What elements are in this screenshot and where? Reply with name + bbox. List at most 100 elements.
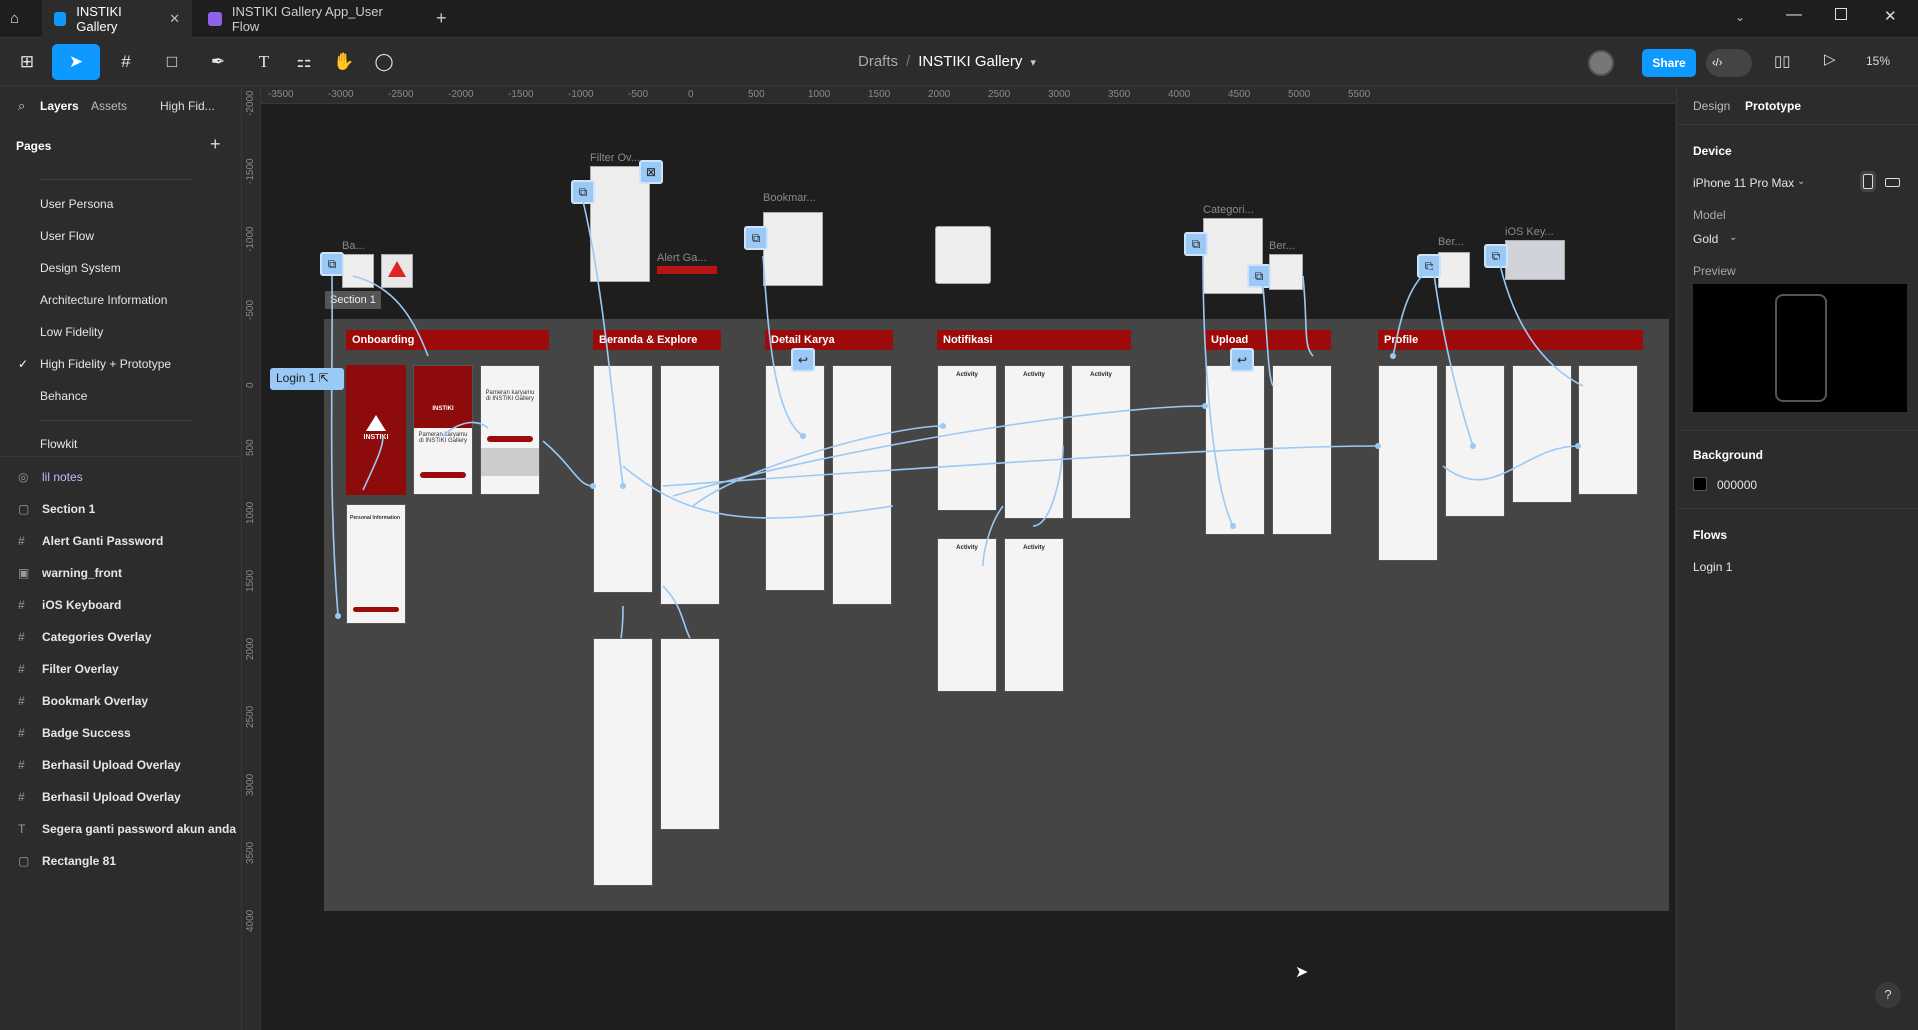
- flow-item-login[interactable]: Login 1: [1693, 560, 1732, 574]
- close-window-icon[interactable]: ✕: [1884, 7, 1897, 25]
- canvas[interactable]: -3500 -3000 -2500 -2000 -1500 -1000 -500 0 500 10…: [243, 86, 1675, 1030]
- model-label: Model: [1693, 208, 1726, 222]
- toolbar: ⊞ ➤ # □ ✒ T ⚏ ✋ ◯ Drafts / INSTIKI Galle…: [0, 38, 1918, 86]
- move-tool-icon[interactable]: ➤: [52, 44, 100, 80]
- flows-title: Flows: [1693, 528, 1728, 542]
- divider: [1677, 508, 1918, 509]
- divider: [40, 420, 192, 421]
- layer-type-icon: #: [18, 598, 25, 612]
- avatar[interactable]: [1588, 50, 1614, 76]
- layer-item[interactable]: # Alert Ganti Password: [18, 531, 163, 551]
- home-icon[interactable]: ⌂: [10, 10, 28, 28]
- layer-item[interactable]: # Badge Success: [18, 723, 131, 743]
- layer-type-icon: #: [18, 694, 25, 708]
- page-select[interactable]: High Fid...: [160, 99, 215, 113]
- page-behance[interactable]: Behance: [40, 389, 87, 403]
- layer-item[interactable]: # iOS Keyboard: [18, 595, 121, 615]
- landscape-icon[interactable]: [1885, 178, 1900, 187]
- page-high-fidelity[interactable]: High Fidelity + Prototype: [40, 357, 171, 371]
- share-button[interactable]: Share: [1642, 49, 1696, 77]
- page-low-fidelity[interactable]: Low Fidelity: [40, 325, 103, 339]
- tab-user-flow[interactable]: INSTIKI Gallery App_User Flow: [196, 0, 424, 38]
- layer-item[interactable]: # Categories Overlay: [18, 627, 151, 647]
- divider: [0, 456, 242, 457]
- pen-tool-icon[interactable]: ✒: [200, 44, 236, 80]
- page-architecture[interactable]: Architecture Information: [40, 293, 167, 307]
- dev-mode-toggle[interactable]: ‹/›: [1706, 49, 1752, 77]
- chevron-down-icon[interactable]: ▾: [1030, 53, 1036, 70]
- layer-label: Filter Overlay: [42, 662, 119, 676]
- tab-prototype[interactable]: Prototype: [1745, 99, 1801, 113]
- background-title: Background: [1693, 448, 1764, 462]
- chevron-down-icon[interactable]: ⌄: [1735, 10, 1745, 24]
- chevron-down-icon[interactable]: ⌄: [1797, 176, 1805, 187]
- model-select[interactable]: Gold: [1693, 232, 1718, 246]
- background-swatch[interactable]: [1693, 477, 1707, 491]
- comment-tool-icon[interactable]: ◯: [366, 44, 402, 80]
- background-value[interactable]: 000000: [1717, 478, 1757, 492]
- resources-icon[interactable]: ⚏: [286, 44, 322, 80]
- zoom-level[interactable]: 15%: [1866, 54, 1890, 68]
- layer-item[interactable]: # Bookmark Overlay: [18, 691, 148, 711]
- library-icon[interactable]: ▯▯: [1774, 52, 1791, 70]
- hand-tool-icon[interactable]: ✋: [326, 44, 362, 80]
- close-icon[interactable]: ✕: [169, 11, 180, 27]
- new-tab-icon[interactable]: +: [436, 8, 447, 29]
- text-tool-icon[interactable]: T: [246, 44, 282, 80]
- layer-label: Alert Ganti Password: [42, 534, 164, 548]
- divider: [1677, 430, 1918, 431]
- help-icon[interactable]: ?: [1875, 982, 1901, 1008]
- page-flowkit[interactable]: Flowkit: [40, 437, 77, 451]
- main-menu-icon[interactable]: ⊞: [10, 44, 44, 80]
- page-user-flow[interactable]: User Flow: [40, 229, 94, 243]
- layer-type-icon: #: [18, 790, 25, 804]
- layer-type-icon: ◎: [18, 470, 29, 484]
- breadcrumb-drafts[interactable]: Drafts: [858, 53, 898, 70]
- tab-instiki-gallery[interactable]: INSTIKI Gallery ✕: [42, 0, 192, 38]
- breadcrumb: Drafts / INSTIKI Gallery ▾: [858, 53, 1036, 70]
- phone-outline: [1775, 294, 1827, 402]
- right-panel: Design Prototype Device iPhone 11 Pro Ma…: [1676, 86, 1918, 1030]
- portrait-icon[interactable]: [1860, 171, 1876, 192]
- maximize-icon[interactable]: [1835, 8, 1847, 20]
- page-design-system[interactable]: Design System: [40, 261, 121, 275]
- layer-label: Segera ganti password akun anda: [42, 822, 237, 836]
- device-select[interactable]: iPhone 11 Pro Max: [1693, 176, 1794, 190]
- layer-item[interactable]: # Filter Overlay: [18, 659, 119, 679]
- left-panel: ⌕ Layers Assets High Fid... Pages + User…: [0, 86, 242, 1030]
- tab-design[interactable]: Design: [1693, 99, 1730, 113]
- layer-type-icon: ▢: [18, 854, 30, 868]
- layer-label: Berhasil Upload Overlay: [42, 758, 181, 772]
- tab-assets[interactable]: Assets: [91, 99, 127, 113]
- device-title: Device: [1693, 144, 1732, 158]
- layer-type-icon: #: [18, 758, 25, 772]
- layer-item[interactable]: ▣ warning_front: [18, 563, 122, 583]
- add-page-icon[interactable]: +: [210, 134, 221, 155]
- layer-item[interactable]: ◎ lil notes: [18, 467, 83, 487]
- layer-item[interactable]: T Segera ganti password akun anda: [18, 819, 236, 839]
- divider: [40, 179, 192, 180]
- layer-item[interactable]: ▢ Section 1: [18, 499, 95, 519]
- title-bar: ⌂ INSTIKI Gallery ✕ INSTIKI Gallery App_…: [0, 0, 1918, 38]
- cursor-icon: ➤: [1295, 964, 1309, 981]
- device-preview: [1693, 284, 1907, 412]
- layer-label: Berhasil Upload Overlay: [42, 790, 181, 804]
- chevron-down-icon[interactable]: ⌄: [1729, 232, 1737, 243]
- frame-tool-icon[interactable]: #: [108, 44, 144, 80]
- tab-layers[interactable]: Layers: [40, 99, 79, 113]
- figma-file-icon: [54, 12, 67, 26]
- shape-tool-icon[interactable]: □: [154, 44, 190, 80]
- layer-label: warning_front: [42, 566, 122, 580]
- page-user-persona[interactable]: User Persona: [40, 197, 113, 211]
- layer-type-icon: T: [18, 822, 26, 836]
- layer-item[interactable]: ▢ Rectangle 81: [18, 851, 116, 871]
- file-name[interactable]: INSTIKI Gallery: [918, 53, 1022, 70]
- layer-item[interactable]: # Berhasil Upload Overlay: [18, 755, 181, 775]
- present-icon[interactable]: ▷: [1824, 50, 1836, 68]
- search-icon[interactable]: ⌕: [18, 98, 25, 114]
- tab-label: INSTIKI Gallery App_User Flow: [231, 4, 383, 34]
- minimize-icon[interactable]: —: [1786, 6, 1802, 24]
- divider: [1677, 124, 1918, 125]
- layer-type-icon: #: [18, 726, 25, 740]
- layer-item[interactable]: # Berhasil Upload Overlay: [18, 787, 181, 807]
